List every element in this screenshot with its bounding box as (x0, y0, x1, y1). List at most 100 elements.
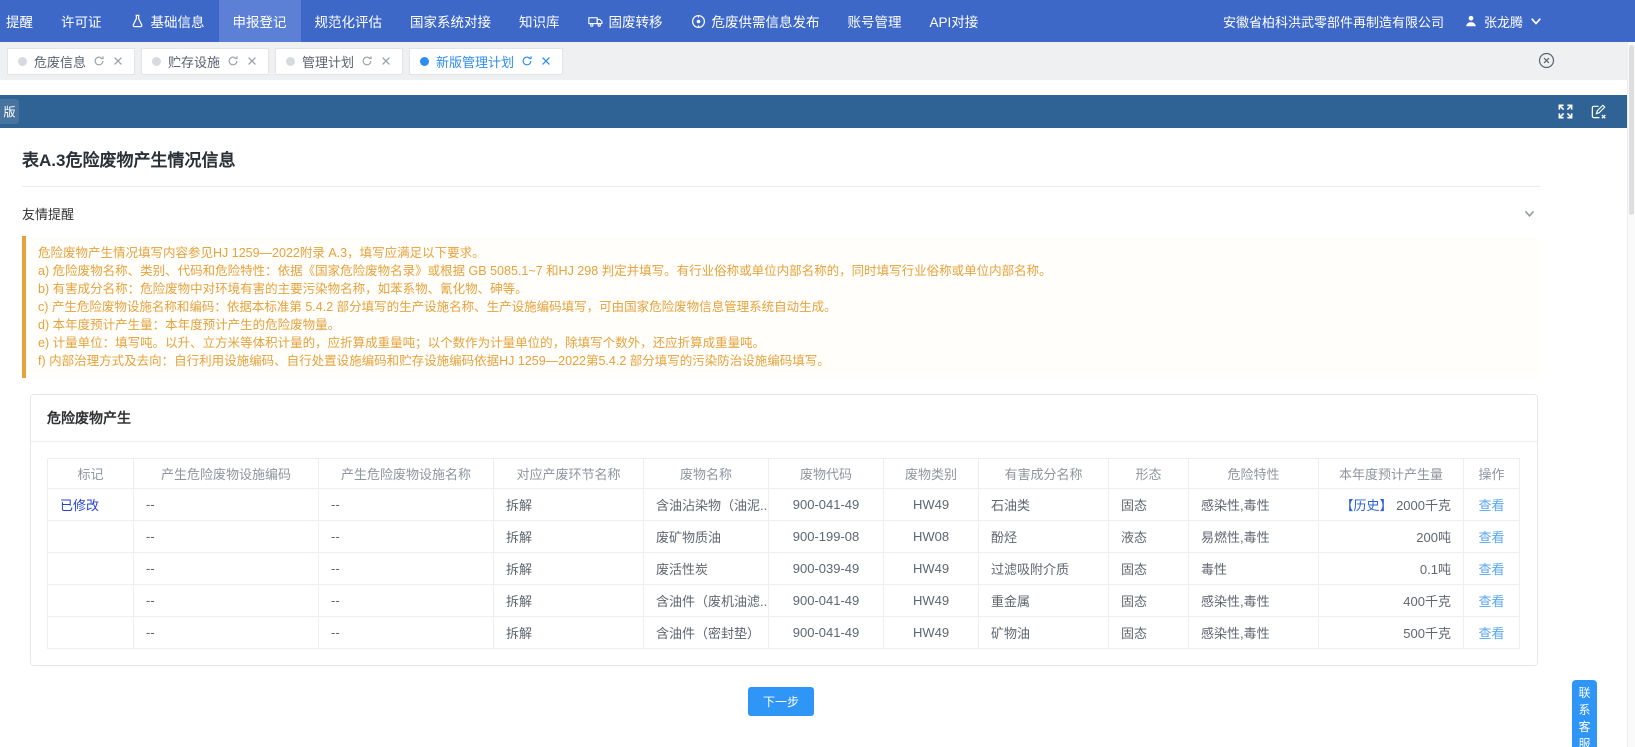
nav-item-hazwaste-supply-demand-publish[interactable]: 危废供需信息发布 (677, 0, 834, 42)
view-link[interactable]: 查看 (1478, 594, 1504, 609)
tab-list: 危废信息贮存设施 管理计划 新版管理计划 (7, 48, 569, 75)
cell-action: 查看 (1464, 585, 1520, 617)
section-header-bar: 版 (0, 95, 1627, 128)
footer-bar: 下一步 (22, 666, 1540, 716)
cell-facility_code: -- (134, 521, 319, 553)
gap-strip (0, 80, 1635, 95)
next-step-button[interactable]: 下一步 (748, 687, 814, 716)
tab-mgmt-plan[interactable]: 管理计划 (275, 48, 403, 75)
cell-waste_name: 含油沾染物（油泥... (644, 489, 769, 521)
column-header-action: 操作 (1464, 459, 1520, 489)
cell-action: 查看 (1464, 521, 1520, 553)
tab-close-icon[interactable] (380, 55, 392, 67)
view-link[interactable]: 查看 (1478, 562, 1504, 577)
nav-item-account-management[interactable]: 账号管理 (834, 0, 916, 42)
fullscreen-expand-icon[interactable] (1557, 103, 1574, 120)
cell-waste_class: HW49 (884, 585, 979, 617)
column-header-waste_class: 废物类别 (884, 459, 979, 489)
tab-close-icon[interactable] (246, 55, 258, 67)
card-title: 危险废物产生 (31, 395, 1537, 442)
vertical-scrollbar[interactable] (1627, 42, 1635, 747)
collapse-chevron-icon[interactable] (1523, 207, 1536, 220)
chevron-down-icon (1529, 14, 1543, 28)
cell-amount: 200吨 (1319, 521, 1464, 553)
cell-waste_name: 含油件（废机油滤... (644, 585, 769, 617)
cell-amount: 400千克 (1319, 585, 1464, 617)
view-link[interactable]: 查看 (1478, 626, 1504, 641)
tab-storage-facility[interactable]: 贮存设施 (141, 48, 269, 75)
nav-item-label: 申报登记 (233, 11, 287, 31)
tab-refresh-icon[interactable] (361, 55, 373, 67)
nav-item-license[interactable]: 许可证 (47, 0, 116, 42)
user-name: 张龙腾 (1484, 12, 1523, 31)
cell-hazard: 易燃性,毒性 (1189, 521, 1319, 553)
cell-facility_name: -- (319, 553, 494, 585)
nav-item-label: 固废转移 (609, 11, 663, 31)
nav-item-knowledge-base[interactable]: 知识库 (505, 0, 574, 42)
tab-refresh-icon[interactable] (521, 55, 533, 67)
column-header-form: 形态 (1109, 459, 1189, 489)
tab-close-icon[interactable] (540, 55, 552, 67)
tab-refresh-icon[interactable] (227, 55, 239, 67)
cell-waste_code: 900-041-49 (769, 489, 884, 521)
nav-item-label: 基础信息 (151, 11, 205, 31)
cell-waste_code: 900-041-49 (769, 585, 884, 617)
nav-item-solid-waste-transfer[interactable]: 固废转移 (574, 0, 677, 42)
cell-facility_name: -- (319, 489, 494, 521)
section-bar-icons (1557, 95, 1607, 128)
tab-close-icon[interactable] (112, 55, 124, 67)
reminder-box: 危险废物产生情况填写内容参见HJ 1259—2022附录 A.3，填写应满足以下… (22, 236, 1540, 378)
tab-status-dot (18, 57, 27, 66)
cell-stage: 拆解 (494, 521, 644, 553)
reminder-title: 友情提醒 (22, 204, 74, 223)
cell-harmful_component: 石油类 (979, 489, 1109, 521)
user-menu[interactable]: 张龙腾 (1464, 12, 1543, 31)
nav-item-label: 危废供需信息发布 (712, 11, 820, 31)
view-link[interactable]: 查看 (1478, 498, 1504, 513)
history-tag[interactable]: 【历史】 (1340, 498, 1392, 513)
close-all-tabs-icon[interactable] (1538, 52, 1555, 74)
tab-hw-info[interactable]: 危废信息 (7, 48, 135, 75)
mark-link[interactable]: 已修改 (60, 498, 99, 513)
cell-hazard: 感染性,毒性 (1189, 489, 1319, 521)
table-row: ----拆解废活性炭900-039-49HW49过滤吸附介质固态毒性0.1吨查看 (48, 553, 1520, 585)
nav-item-standard-evaluation[interactable]: 规范化评估 (301, 0, 397, 42)
cell-waste_class: HW49 (884, 489, 979, 521)
cell-form: 固态 (1109, 585, 1189, 617)
nav-items: 提醒许可证 基础信息 申报登记规范化评估国家系统对接知识库 固废转移 危废供需信息发布账… (0, 0, 992, 42)
navbar-right: 安徽省柏科洪武零部件再制造有限公司 张龙腾 (1223, 0, 1635, 42)
column-header-harmful_component: 有害成分名称 (979, 459, 1109, 489)
cell-amount: 0.1吨 (1319, 553, 1464, 585)
cell-form: 液态 (1109, 521, 1189, 553)
reminder-line: c) 产生危险废物设施名称和编码：依据本标准第 5.4.2 部分填写的生产设施名… (38, 298, 1528, 316)
reminder-line: f) 内部治理方式及去向：自行利用设施编码、自行处置设施编码和贮存设施编码依据H… (38, 352, 1528, 370)
cell-facility_code: -- (134, 617, 319, 649)
cell-waste_code: 900-199-08 (769, 521, 884, 553)
cell-hazard: 感染性,毒性 (1189, 585, 1319, 617)
nav-item-national-system-connect[interactable]: 国家系统对接 (396, 0, 505, 42)
nav-item-declaration-register[interactable]: 申报登记 (219, 0, 301, 42)
column-header-waste_name: 废物名称 (644, 459, 769, 489)
nav-item-reminder[interactable]: 提醒 (0, 0, 47, 42)
view-link[interactable]: 查看 (1478, 530, 1504, 545)
tab-refresh-icon[interactable] (93, 55, 105, 67)
version-tag[interactable]: 版 (0, 99, 19, 124)
scrollbar-thumb[interactable] (1629, 45, 1634, 215)
cell-form: 固态 (1109, 617, 1189, 649)
contact-char: 服 (1578, 738, 1590, 747)
page-title: 表A.3危险废物产生情况信息 (22, 128, 1540, 171)
cell-amount: 500千克 (1319, 617, 1464, 649)
nav-item-label: 许可证 (61, 11, 102, 31)
user-icon (1464, 14, 1478, 28)
nav-item-label: 知识库 (519, 11, 560, 31)
contact-service-button[interactable]: 联系客服 (1572, 680, 1597, 747)
tab-label: 管理计划 (302, 52, 354, 71)
nav-item-basic-info[interactable]: 基础信息 (116, 0, 219, 42)
tab-new-mgmt-plan[interactable]: 新版管理计划 (409, 48, 563, 75)
cell-facility_code: -- (134, 553, 319, 585)
cell-stage: 拆解 (494, 617, 644, 649)
nav-item-api-connect[interactable]: API对接 (916, 0, 993, 42)
cell-facility_name: -- (319, 617, 494, 649)
contact-char: 系 (1578, 704, 1590, 716)
edit-cancel-icon[interactable] (1590, 103, 1607, 120)
